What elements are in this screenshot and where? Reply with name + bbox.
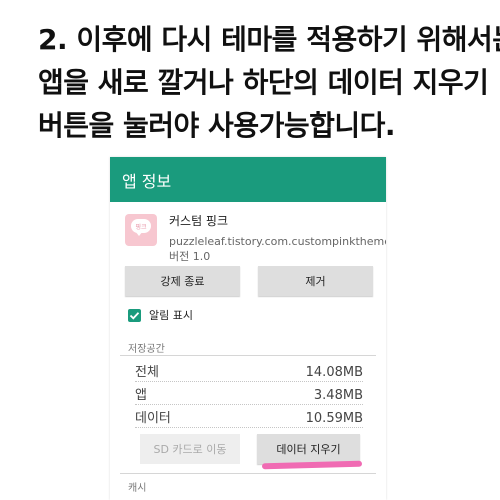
caption-line-2: 앱을 새로 깔거나 하단의 데이터 지우기: [38, 66, 489, 99]
storage-value: 14.08MB: [305, 365, 363, 380]
storage-value: 3.48MB: [313, 388, 363, 403]
storage-row-line: [135, 404, 363, 405]
storage-row-data: 데이터 10.59MB: [135, 406, 363, 426]
force-stop-button[interactable]: 강제 종료: [125, 266, 240, 296]
app-bar-title: 앱 정보: [122, 171, 172, 191]
storage-label: 앱: [135, 388, 147, 403]
uninstall-button[interactable]: 제거: [258, 266, 373, 296]
storage-row-app: 앱 3.48MB: [135, 383, 363, 403]
app-header: 핑크 커스텀 핑크 puzzleleaf.tistory.com.customp…: [125, 214, 386, 263]
app-info-screen: 앱 정보 핑크 커스텀 핑크 puzzleleaf.tistory.com.cu…: [110, 157, 386, 500]
notification-toggle[interactable]: 알림 표시: [128, 307, 193, 323]
app-info: 커스텀 핑크 puzzleleaf.tistory.com.custompink…: [169, 214, 386, 263]
storage-row-line: [135, 427, 363, 428]
cache-divider: [120, 473, 376, 474]
storage-label: 전체: [135, 365, 159, 380]
storage-value: 10.59MB: [305, 411, 363, 426]
caption-line-1: 2. 이후에 다시 테마를 적용하기 위해서는: [38, 23, 500, 56]
highlight-underline: [261, 460, 363, 470]
app-icon-text: 핑크: [135, 224, 147, 231]
storage-section-title: 저장공간: [128, 344, 165, 355]
storage-row-line: [135, 381, 363, 382]
checkbox-checked-icon[interactable]: [128, 308, 141, 322]
caption-line-3: 버튼을 눌러야 사용가능합니다.: [38, 109, 396, 142]
app-version: 버전 1.0: [169, 250, 211, 263]
storage-row-total: 전체 14.08MB: [135, 360, 363, 380]
speech-bubble-tail: [135, 231, 143, 236]
caption-text: 2. 이후에 다시 테마를 적용하기 위해서는 앱을 새로 깔거나 하단의 데이…: [38, 18, 500, 147]
app-bar: 앱 정보: [110, 157, 386, 202]
cache-section-title: 캐시: [128, 483, 147, 494]
storage-divider: [120, 355, 376, 356]
app-icon: 핑크: [125, 214, 157, 246]
clear-data-button[interactable]: 데이터 지우기: [257, 434, 360, 464]
app-package: puzzleleaf.tistory.com.custompinktheme: [169, 235, 386, 248]
app-name: 커스텀 핑크: [169, 214, 229, 228]
storage-label: 데이터: [135, 411, 171, 426]
move-to-sd-button[interactable]: SD 카드로 이동: [140, 434, 240, 464]
notification-label: 알림 표시: [149, 309, 193, 322]
